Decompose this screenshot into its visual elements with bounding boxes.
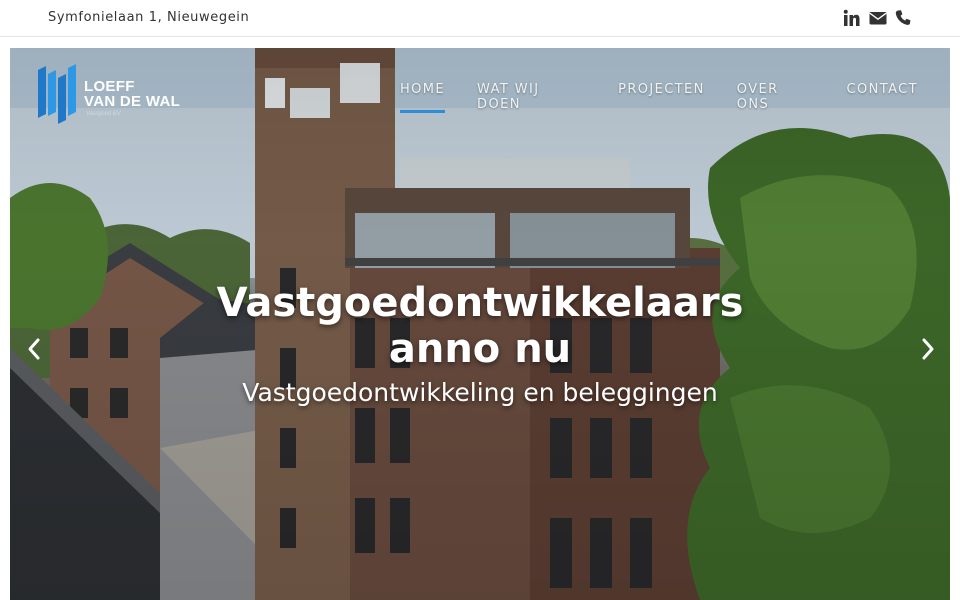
chevron-left-icon[interactable] (22, 335, 46, 363)
chevron-right-icon[interactable] (916, 335, 940, 363)
hero-subtitle: Vastgoedontwikkeling en beleggingen (242, 378, 718, 407)
logo-line-2: VAN DE WAL (84, 93, 181, 110)
nav-item-contact[interactable]: CONTACT (847, 82, 918, 112)
envelope-icon[interactable] (869, 9, 887, 27)
address-text: Symfonielaan 1, Nieuwegein (48, 10, 250, 25)
company-logo[interactable]: LOEFF VAN DE WAL Vastgoed BV (34, 62, 184, 126)
top-bar: Symfonielaan 1, Nieuwegein (0, 0, 960, 37)
nav-item-home[interactable]: HOME (400, 82, 446, 113)
nav-item-wat-wij-doen[interactable]: WAT WIJ DOEN (477, 82, 586, 112)
contact-icons (843, 9, 912, 27)
main-navigation: HOME WAT WIJ DOEN PROJECTEN OVER ONS CON… (400, 82, 950, 113)
linkedin-icon[interactable] (843, 9, 860, 27)
phone-icon[interactable] (895, 9, 912, 27)
nav-item-projecten[interactable]: PROJECTEN (618, 82, 705, 112)
logo-subtitle: Vastgoed BV (86, 111, 121, 117)
hero-caption: Vastgoedontwikkelaars anno nu Vastgoedon… (10, 280, 950, 407)
logo-mark-icon (38, 64, 76, 124)
nav-item-over-ons[interactable]: OVER ONS (737, 82, 815, 112)
logo-line-1: LOEFF (84, 78, 135, 95)
logo-wordmark: LOEFF VAN DE WAL (84, 79, 180, 109)
hero-title: Vastgoedontwikkelaars anno nu (216, 280, 744, 372)
hero-slider: LOEFF VAN DE WAL Vastgoed BV HOME WAT WI… (10, 48, 950, 600)
